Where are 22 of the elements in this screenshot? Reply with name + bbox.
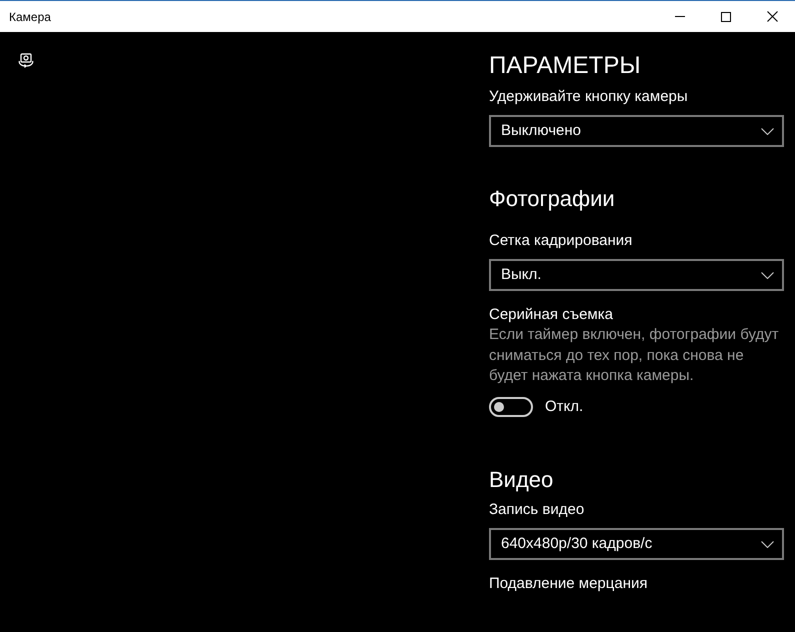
minimize-icon <box>675 16 685 17</box>
setting-label: Запись видео <box>489 500 586 520</box>
dropdown[interactable]: Выключено <box>489 115 784 147</box>
setting-label: Серийная съемка <box>489 305 614 325</box>
chevron-down-icon <box>761 540 774 548</box>
toggle-state-label: Откл. <box>545 396 584 416</box>
dropdown[interactable]: 640x480p/30 кадров/с <box>489 528 784 560</box>
setting-label: Сетка кадрирования <box>489 231 634 251</box>
chevron-down-icon <box>761 128 774 134</box>
section-heading: Видео <box>489 466 554 494</box>
close-icon <box>766 11 778 22</box>
setting-description: Если таймер включен, фотографии будут сниматься до тех пор, пока снова не будет нажата кнопка камеры. <box>489 325 780 386</box>
section-heading: Фотографии <box>489 185 616 213</box>
setting-label: Удерживайте кнопку камеры <box>489 87 689 107</box>
window-title: Камера <box>9 8 51 26</box>
toggle-switch[interactable] <box>489 396 533 417</box>
dropdown[interactable]: Выкл. <box>489 259 784 291</box>
chevron-down-icon <box>761 272 774 278</box>
setting-label: Подавление мерцания <box>489 574 648 594</box>
camera-switch-icon <box>18 52 34 68</box>
maximize-icon <box>721 12 731 22</box>
panel-title: ПАРАМЕТРЫ <box>489 51 642 81</box>
